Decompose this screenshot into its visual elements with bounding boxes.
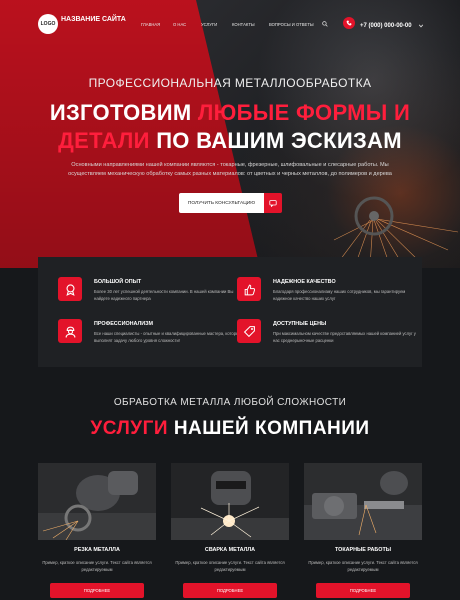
- consultation-icon-button[interactable]: [264, 193, 282, 213]
- hero-description-line-2: осуществляем механическую обработку самы…: [68, 171, 392, 177]
- logo[interactable]: LOGO: [38, 14, 58, 34]
- phone-number[interactable]: +7 (000) 000-00-00: [360, 23, 412, 29]
- consultation-button[interactable]: ПОЛУЧИТЬ КОНСУЛЬТАЦИЮ: [179, 193, 264, 213]
- service-photo-turning: [304, 463, 422, 540]
- service-text: Пример, краткое описание услуги. Текст с…: [42, 560, 152, 572]
- service-card-welding: СВАРКА МЕТАЛЛА Пример, краткое описание …: [171, 463, 289, 598]
- features-panel: БОЛЬШОЙ ОПЫТ Более 30 лет успешной деяте…: [38, 257, 422, 367]
- nav-item-home[interactable]: ГЛАВНАЯ: [141, 22, 160, 27]
- hero-subtitle: ПРОФЕССИОНАЛЬНАЯ МЕТАЛЛООБРАБОТКА: [88, 76, 372, 90]
- services-title-red: УСЛУГИ: [90, 418, 169, 439]
- hero-title-red-2: ДЕТАЛИ: [58, 128, 150, 153]
- service-text: Пример, краткое описание услуги. Текст с…: [308, 560, 418, 572]
- service-photo-cutting: [38, 463, 156, 540]
- hero-description: Основными направлениями нашей компании я…: [60, 161, 400, 179]
- hero-title-red-1: ЛЮБЫЕ ФОРМЫ И: [197, 100, 411, 125]
- service-photo-welding: [171, 463, 289, 540]
- hero-title-white-2: ПО ВАШИМ ЭСКИЗАМ: [156, 128, 402, 153]
- service-name: СВАРКА МЕТАЛЛА: [204, 547, 256, 553]
- service-card-cutting: РЕЗКА МЕТАЛЛА Пример, краткое описание у…: [38, 463, 156, 598]
- feature-title: НАДЕЖНОЕ КАЧЕСТВО: [273, 279, 336, 285]
- worker-icon: [58, 319, 82, 343]
- site-header: LOGO НАЗВАНИЕ САЙТА ГЛАВНАЯ О НАС УСЛУГИ…: [0, 0, 460, 50]
- hero-title: ИЗГОТОВИМ ЛЮБЫЕ ФОРМЫ И ДЕТАЛИ ПО ВАШИМ …: [0, 99, 460, 155]
- phone-icon: [346, 20, 352, 26]
- phone-button[interactable]: [343, 17, 355, 29]
- feature-text: При максимальном качестве предоставляемы…: [273, 331, 416, 343]
- service-name: РЕЗКА МЕТАЛЛА: [74, 547, 120, 553]
- price-icon: [237, 319, 261, 343]
- nav-item-faq[interactable]: ВОПРОСЫ И ОТВЕТЫ: [269, 22, 314, 27]
- services-title-white: НАШЕЙ КОМПАНИИ: [173, 418, 370, 439]
- service-text: Пример, краткое описание услуги. Текст с…: [175, 560, 285, 572]
- service-more-button[interactable]: ПОДРОБНЕЕ: [316, 583, 410, 598]
- service-name: ТОКАРНЫЕ РАБОТЫ: [334, 547, 392, 553]
- service-more-button[interactable]: ПОДРОБНЕЕ: [50, 583, 144, 598]
- quality-icon: [237, 277, 261, 301]
- feature-text: Все наши специалисты - опытные и квалифи…: [94, 331, 242, 343]
- nav-item-about[interactable]: О НАС: [173, 22, 186, 27]
- feature-text: Более 30 лет успешной деятельности компа…: [94, 289, 234, 301]
- feature-title: ПРОФЕССИОНАЛИЗМ: [94, 321, 154, 327]
- service-more-button[interactable]: ПОДРОБНЕЕ: [183, 583, 277, 598]
- nav-item-contacts[interactable]: КОНТАКТЫ: [232, 22, 255, 27]
- message-icon: [269, 200, 277, 207]
- consultation-cta[interactable]: ПОЛУЧИТЬ КОНСУЛЬТАЦИЮ: [179, 193, 282, 213]
- hero-title-white-1: ИЗГОТОВИМ: [49, 100, 192, 125]
- hero-description-line-1: Основными направлениями нашей компании я…: [71, 162, 389, 168]
- feature-text: Благодаря профессионализму наших сотрудн…: [273, 289, 406, 301]
- chevron-down-icon[interactable]: [418, 23, 424, 29]
- award-icon: [58, 277, 82, 301]
- feature-title: ДОСТУПНЫЕ ЦЕНЫ: [273, 321, 327, 327]
- nav-item-services[interactable]: УСЛУГИ: [201, 22, 217, 27]
- service-card-turning: ТОКАРНЫЕ РАБОТЫ Пример, краткое описание…: [304, 463, 422, 598]
- search-icon[interactable]: [322, 21, 328, 27]
- site-name[interactable]: НАЗВАНИЕ САЙТА: [61, 16, 126, 23]
- services-title: УСЛУГИ НАШЕЙ КОМПАНИИ: [0, 418, 460, 440]
- services-subtitle: ОБРАБОТКА МЕТАЛЛА ЛЮБОЙ СЛОЖНОСТИ: [113, 397, 347, 408]
- feature-title: БОЛЬШОЙ ОПЫТ: [94, 279, 142, 285]
